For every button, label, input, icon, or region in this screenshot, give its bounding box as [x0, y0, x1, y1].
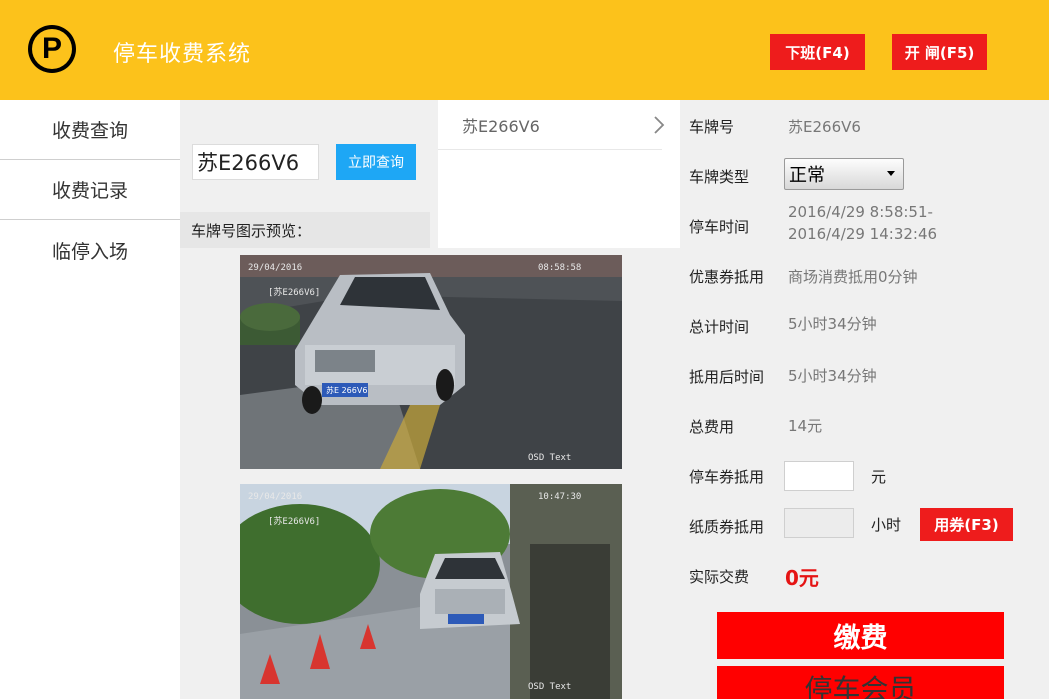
preview-label: 车牌号图示预览：: [180, 212, 430, 248]
exit-time: 10:47:30: [538, 492, 582, 502]
after-discount-label: 抵用后时间: [689, 368, 765, 386]
dropdown-arrow-icon: [887, 171, 895, 176]
app-title: 停车收费系统: [113, 42, 252, 67]
use-coupon-button[interactable]: 用券(F3): [920, 508, 1013, 541]
result-list: 苏E266V6: [438, 100, 680, 248]
sidebar-item-fee-query[interactable]: 收费查询: [0, 100, 180, 160]
parking-time-label: 停车时间: [689, 218, 750, 236]
pay-button[interactable]: 缴费: [717, 612, 1004, 659]
plate-value: 苏E266V6: [788, 118, 861, 136]
app-header: P 停车收费系统 下班(F4) 开 闸(F5): [0, 0, 1049, 100]
actual-payment-label: 实际交费: [689, 568, 750, 586]
result-plate: 苏E266V6: [462, 116, 540, 136]
exit-footer: OSD Text: [528, 682, 572, 692]
sidebar-item-temp-entry[interactable]: 临停入场: [0, 220, 180, 280]
after-discount-value: 5小时34分钟: [788, 367, 877, 385]
entry-plate-text: 苏E 266V6: [326, 385, 367, 395]
discount-label: 优惠券抵用: [689, 268, 765, 286]
exit-camera-image: 29/04/2016 10:47:30 [苏E266V6] OSD Text: [240, 484, 622, 699]
entry-camera-image: 苏E 266V6 29/04/2016 08:58:58 [苏E266V6] O…: [240, 255, 622, 469]
sidebar-nav: 收费查询 收费记录 临停入场: [0, 100, 180, 699]
plate-type-select[interactable]: 正常: [784, 158, 904, 190]
search-panel: 苏E266V6 立即查询 车牌号图示预览：: [180, 100, 430, 250]
entry-plate-tag: [苏E266V6]: [268, 288, 321, 298]
parking-time-start: 2016/4/29 8:58:51-: [788, 203, 933, 221]
paper-ticket-label: 纸质券抵用: [689, 518, 765, 536]
parking-ticket-unit: 元: [871, 468, 887, 486]
entry-time: 08:58:58: [538, 263, 582, 273]
chevron-right-icon: [654, 116, 665, 134]
plate-label: 车牌号: [689, 118, 735, 136]
entry-date: 29/04/2016: [248, 263, 303, 273]
parking-ticket-input[interactable]: [784, 461, 854, 491]
exit-plate-tag: [苏E266V6]: [268, 517, 321, 527]
parking-logo-icon: P: [28, 25, 76, 73]
right-edge-strip: [1030, 100, 1049, 699]
plate-type-label: 车牌类型: [689, 168, 750, 186]
plate-search-input[interactable]: 苏E266V6: [192, 144, 319, 180]
open-gate-button[interactable]: 开 闸(F5): [892, 34, 987, 70]
fee-info-panel: 车牌号 苏E266V6 车牌类型 正常 停车时间 2016/4/29 8:58:…: [680, 100, 1030, 699]
total-time-value: 5小时34分钟: [788, 315, 877, 333]
parking-member-button[interactable]: 停车会员: [717, 666, 1004, 699]
sidebar-item-fee-records[interactable]: 收费记录: [0, 160, 180, 220]
total-time-label: 总计时间: [689, 318, 750, 336]
parking-time-end: 2016/4/29 14:32:46: [788, 225, 938, 243]
query-button[interactable]: 立即查询: [336, 144, 416, 180]
entry-footer: OSD Text: [528, 453, 572, 463]
plate-type-value: 正常: [789, 165, 825, 186]
logo-letter: P: [32, 29, 72, 69]
exit-date: 29/04/2016: [248, 492, 303, 502]
total-fee-label: 总费用: [689, 418, 735, 436]
paper-ticket-unit: 小时: [871, 516, 902, 534]
image-preview-area: 苏E 266V6 29/04/2016 08:58:58 [苏E266V6] O…: [180, 250, 680, 699]
total-fee-value: 14元: [788, 417, 823, 435]
paper-ticket-input[interactable]: [784, 508, 854, 538]
result-item[interactable]: 苏E266V6: [438, 100, 665, 150]
discount-value: 商场消费抵用0分钟: [788, 268, 918, 286]
parking-ticket-label: 停车券抵用: [689, 468, 765, 486]
actual-payment-value: 0元: [785, 566, 819, 590]
off-duty-button[interactable]: 下班(F4): [770, 34, 865, 70]
